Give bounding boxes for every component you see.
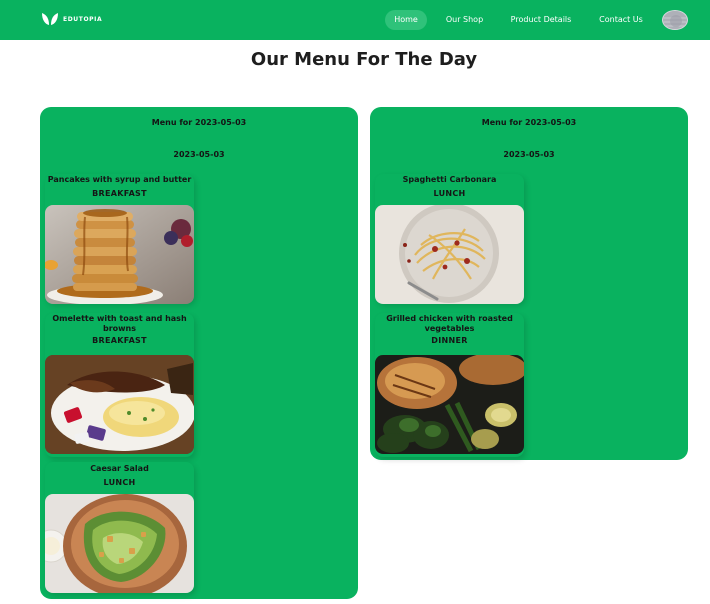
meal-card[interactable]: Spaghetti Carbonara LUNCH bbox=[375, 174, 524, 304]
menu-date: 2023-05-03 bbox=[173, 150, 225, 159]
nav-contact-us-link[interactable]: Contact Us bbox=[597, 10, 645, 30]
navbar: EDUTOPIA Home Our Shop Product Details C… bbox=[0, 0, 710, 40]
meal-type: BREAKFAST bbox=[92, 189, 147, 198]
brand-name: EDUTOPIA bbox=[63, 15, 103, 23]
pancakes-photo bbox=[45, 205, 194, 304]
meal-name: Pancakes with syrup and butter bbox=[47, 175, 192, 184]
meal-name: Omelette with toast and hash browns bbox=[52, 314, 187, 333]
meal-card[interactable]: Pancakes with syrup and butter BREAKFAST bbox=[45, 174, 194, 304]
meal-name: Grilled chicken with roasted vegetables bbox=[386, 314, 513, 333]
omelette-photo bbox=[45, 355, 194, 454]
menu-heading: Menu for 2023-05-03 bbox=[481, 118, 577, 127]
nav-product-details-link[interactable]: Product Details bbox=[508, 10, 574, 30]
page-title: Our Menu For The Day bbox=[250, 49, 478, 70]
menu-date: 2023-05-03 bbox=[503, 150, 555, 159]
grilled-chicken-photo bbox=[375, 355, 524, 454]
nav-home-link[interactable]: Home bbox=[385, 10, 427, 30]
meal-name: Caesar Salad bbox=[90, 464, 149, 473]
caesar-salad-photo bbox=[45, 494, 194, 593]
menu-card: Menu for 2023-05-03 2023-05-03 Spaghetti… bbox=[370, 107, 688, 460]
user-avatar[interactable] bbox=[662, 10, 688, 30]
spaghetti-photo bbox=[375, 205, 524, 304]
meal-card[interactable]: Caesar Salad LUNCH bbox=[45, 462, 194, 593]
meal-type: BREAKFAST bbox=[92, 336, 147, 345]
nav-our-shop-link[interactable]: Our Shop bbox=[443, 10, 486, 30]
menu-heading: Menu for 2023-05-03 bbox=[151, 118, 247, 127]
meal-type: LUNCH bbox=[433, 189, 466, 198]
meal-type: DINNER bbox=[431, 336, 468, 345]
meal-name: Spaghetti Carbonara bbox=[402, 175, 497, 184]
meal-type: LUNCH bbox=[103, 478, 136, 487]
meal-card[interactable]: Omelette with toast and hash browns BREA… bbox=[45, 313, 194, 457]
menu-card: Menu for 2023-05-03 2023-05-03 Pancakes … bbox=[40, 107, 358, 599]
leaf-logo-icon bbox=[42, 13, 58, 25]
brand-logo[interactable]: EDUTOPIA bbox=[41, 12, 102, 26]
meal-card[interactable]: Grilled chicken with roasted vegetables … bbox=[375, 313, 524, 457]
